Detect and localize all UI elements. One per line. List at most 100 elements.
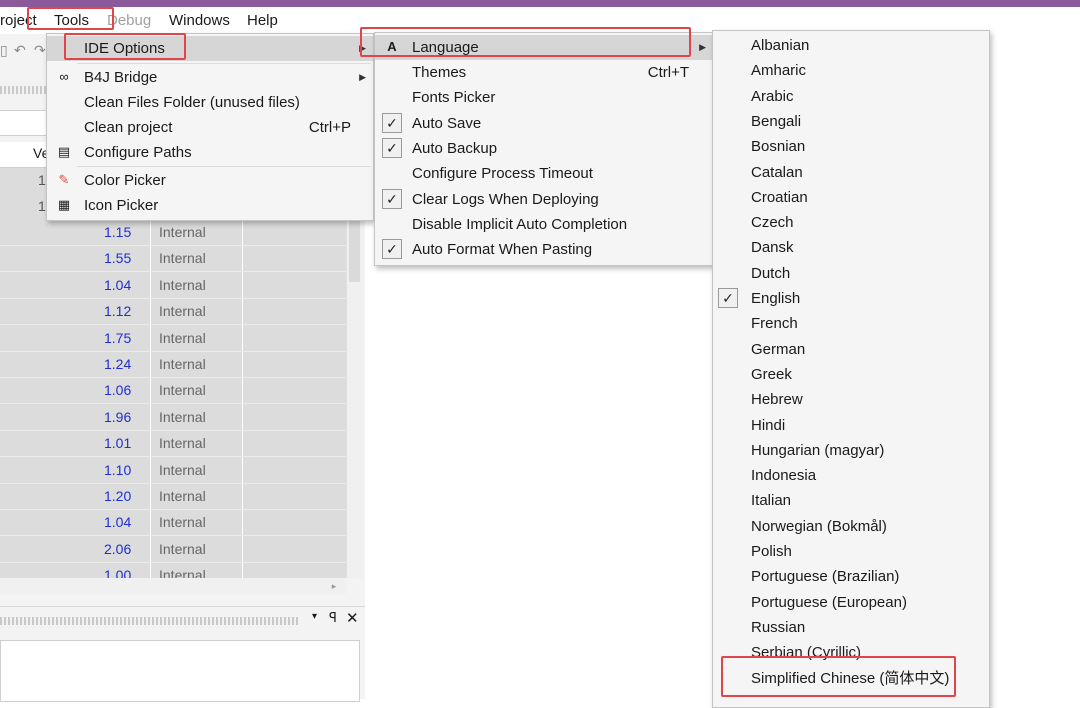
menu-item-color-picker[interactable]: ✎ Color Picker xyxy=(47,168,373,193)
language-item[interactable]: French xyxy=(713,311,989,336)
language-label: French xyxy=(751,315,798,333)
language-label: Hungarian (magyar) xyxy=(751,441,885,459)
language-item[interactable]: Czech xyxy=(713,210,989,235)
paths-icon: ▤ xyxy=(57,144,71,159)
auto-backup-label: Auto Backup xyxy=(412,140,498,157)
menu-item-auto-format[interactable]: ✓ Auto Format When Pasting xyxy=(375,237,713,262)
language-label: German xyxy=(751,340,806,358)
redo-icon[interactable]: ↷ xyxy=(34,42,46,59)
language-item[interactable]: Catalan xyxy=(713,160,989,185)
language-item[interactable]: Dansk xyxy=(713,235,989,260)
menu-item-clean-files[interactable]: Clean Files Folder (unused files) xyxy=(47,90,373,115)
language-item[interactable]: Hindi xyxy=(713,413,989,438)
menu-item-auto-save[interactable]: ✓ Auto Save xyxy=(375,111,713,136)
menu-item-configure-paths[interactable]: ▤ Configure Paths xyxy=(47,140,373,165)
version-cell: 1.01 xyxy=(104,435,132,452)
source-cell: Internal xyxy=(159,461,206,478)
configure-paths-label: Configure Paths xyxy=(84,144,192,161)
language-item[interactable]: Portuguese (Brazilian) xyxy=(713,564,989,589)
language-item[interactable]: German xyxy=(713,337,989,362)
version-cell: 1.15 xyxy=(104,224,132,240)
clear-logs-label: Clear Logs When Deploying xyxy=(412,191,599,208)
language-item[interactable]: Portuguese (European) xyxy=(713,590,989,615)
language-item[interactable]: Russian xyxy=(713,615,989,640)
language-item[interactable]: Polish xyxy=(713,539,989,564)
language-item[interactable]: Hungarian (magyar) xyxy=(713,438,989,463)
scroll-right-icon[interactable]: ▸ xyxy=(326,580,342,592)
version-cell: 1.96 xyxy=(104,408,132,425)
table-row[interactable]: 1.55 Internal xyxy=(0,245,346,273)
language-highlight-box xyxy=(360,27,691,57)
table-row[interactable]: 1.12 Internal xyxy=(0,298,346,326)
undo-icon[interactable]: ↶ xyxy=(14,42,26,59)
menu-windows[interactable]: Windows xyxy=(169,11,230,31)
configure-timeout-label: Configure Process Timeout xyxy=(412,165,593,182)
table-row[interactable]: 1.96 Internal xyxy=(0,404,346,431)
language-item[interactable]: Dutch xyxy=(713,261,989,286)
close-icon[interactable]: ✕ xyxy=(346,609,359,627)
language-item[interactable]: Greek xyxy=(713,362,989,387)
language-item[interactable]: Indonesia xyxy=(713,463,989,488)
table-row[interactable]: 1.01 Internal xyxy=(0,430,346,458)
menu-item-icon-picker[interactable]: ▦ Icon Picker xyxy=(47,193,373,218)
version-cell: 1.24 xyxy=(104,356,132,372)
menu-item-disable-completion[interactable]: Disable Implicit Auto Completion xyxy=(375,212,713,237)
tools-highlight-box xyxy=(27,7,114,30)
copy-icon[interactable]: ▯ xyxy=(0,42,8,59)
table-row[interactable]: 1.00 Internal xyxy=(0,562,346,578)
pane-dropdown-icon[interactable]: ▾ xyxy=(312,611,317,622)
table-row[interactable]: 2.06 Internal xyxy=(0,536,346,563)
language-label: Bengali xyxy=(751,112,802,130)
icon-picker-label: Icon Picker xyxy=(84,197,159,214)
clean-project-label: Clean project xyxy=(84,119,173,136)
ide-options-highlight-box xyxy=(64,33,186,60)
source-cell: Internal xyxy=(159,250,206,267)
language-item[interactable]: Arabic xyxy=(713,84,989,109)
table-row[interactable]: 1.10 Internal xyxy=(0,457,346,484)
version-cell: 1.04 xyxy=(104,276,132,293)
language-item[interactable]: Bengali xyxy=(713,109,989,134)
checkmark-icon: ✓ xyxy=(382,239,402,259)
menu-item-b4j-bridge[interactable]: ∞ B4J Bridge ▶ xyxy=(47,65,373,90)
table-row[interactable]: 1.75 Internal xyxy=(0,325,346,352)
menu-help[interactable]: Help xyxy=(247,11,278,31)
table-row[interactable]: 1.04 Internal xyxy=(0,272,346,299)
language-label: Portuguese (European) xyxy=(751,593,907,611)
grid-partial-cell: 1 xyxy=(38,198,46,214)
menu-item-clean-project[interactable]: Clean project Ctrl+P xyxy=(47,115,373,140)
table-row[interactable]: 1.24 Internal xyxy=(0,351,346,378)
title-bar-strip xyxy=(0,0,1080,7)
menu-item-fonts-picker[interactable]: Fonts Picker xyxy=(375,85,713,110)
table-row[interactable]: 1.06 Internal xyxy=(0,377,346,405)
table-row[interactable]: 1.20 Internal xyxy=(0,483,346,510)
language-item[interactable]: Albanian xyxy=(713,33,989,58)
grid-horizontal-scrollbar[interactable]: ▸ xyxy=(0,578,346,594)
pin-icon[interactable]: ꟼ xyxy=(329,610,337,626)
language-item[interactable]: Croatian xyxy=(713,185,989,210)
source-cell: Internal xyxy=(159,435,206,452)
language-item[interactable]: Bosnian xyxy=(713,134,989,159)
language-label: Arabic xyxy=(751,87,794,105)
b4j-bridge-label: B4J Bridge xyxy=(84,69,158,86)
language-item[interactable]: Hebrew xyxy=(713,387,989,412)
ide-options-menu: A Language ▶ Themes Ctrl+T Fonts Picker … xyxy=(374,32,714,266)
language-item[interactable]: Norwegian (Bokmål) xyxy=(713,514,989,539)
submenu-arrow-icon: ▶ xyxy=(359,72,366,82)
menu-item-auto-backup[interactable]: ✓ Auto Backup xyxy=(375,136,713,161)
source-cell: Internal xyxy=(159,329,206,346)
language-item[interactable]: Amharic xyxy=(713,58,989,83)
language-item[interactable]: Italian xyxy=(713,488,989,513)
table-row[interactable]: 1.04 Internal xyxy=(0,509,346,537)
auto-format-label: Auto Format When Pasting xyxy=(412,241,593,258)
panel-grip xyxy=(0,86,46,94)
table-row[interactable]: 1.15 Internal xyxy=(0,219,346,246)
language-item[interactable]: ✓ English xyxy=(713,286,989,311)
version-cell: 1.00 xyxy=(104,567,132,578)
source-cell: Internal xyxy=(159,567,206,578)
menu-item-themes[interactable]: Themes Ctrl+T xyxy=(375,60,713,85)
menu-item-clear-logs[interactable]: ✓ Clear Logs When Deploying xyxy=(375,187,713,212)
search-field[interactable] xyxy=(0,110,47,136)
language-label: Italian xyxy=(751,492,792,510)
pane-grip xyxy=(0,617,300,625)
menu-item-configure-timeout[interactable]: Configure Process Timeout xyxy=(375,161,713,186)
